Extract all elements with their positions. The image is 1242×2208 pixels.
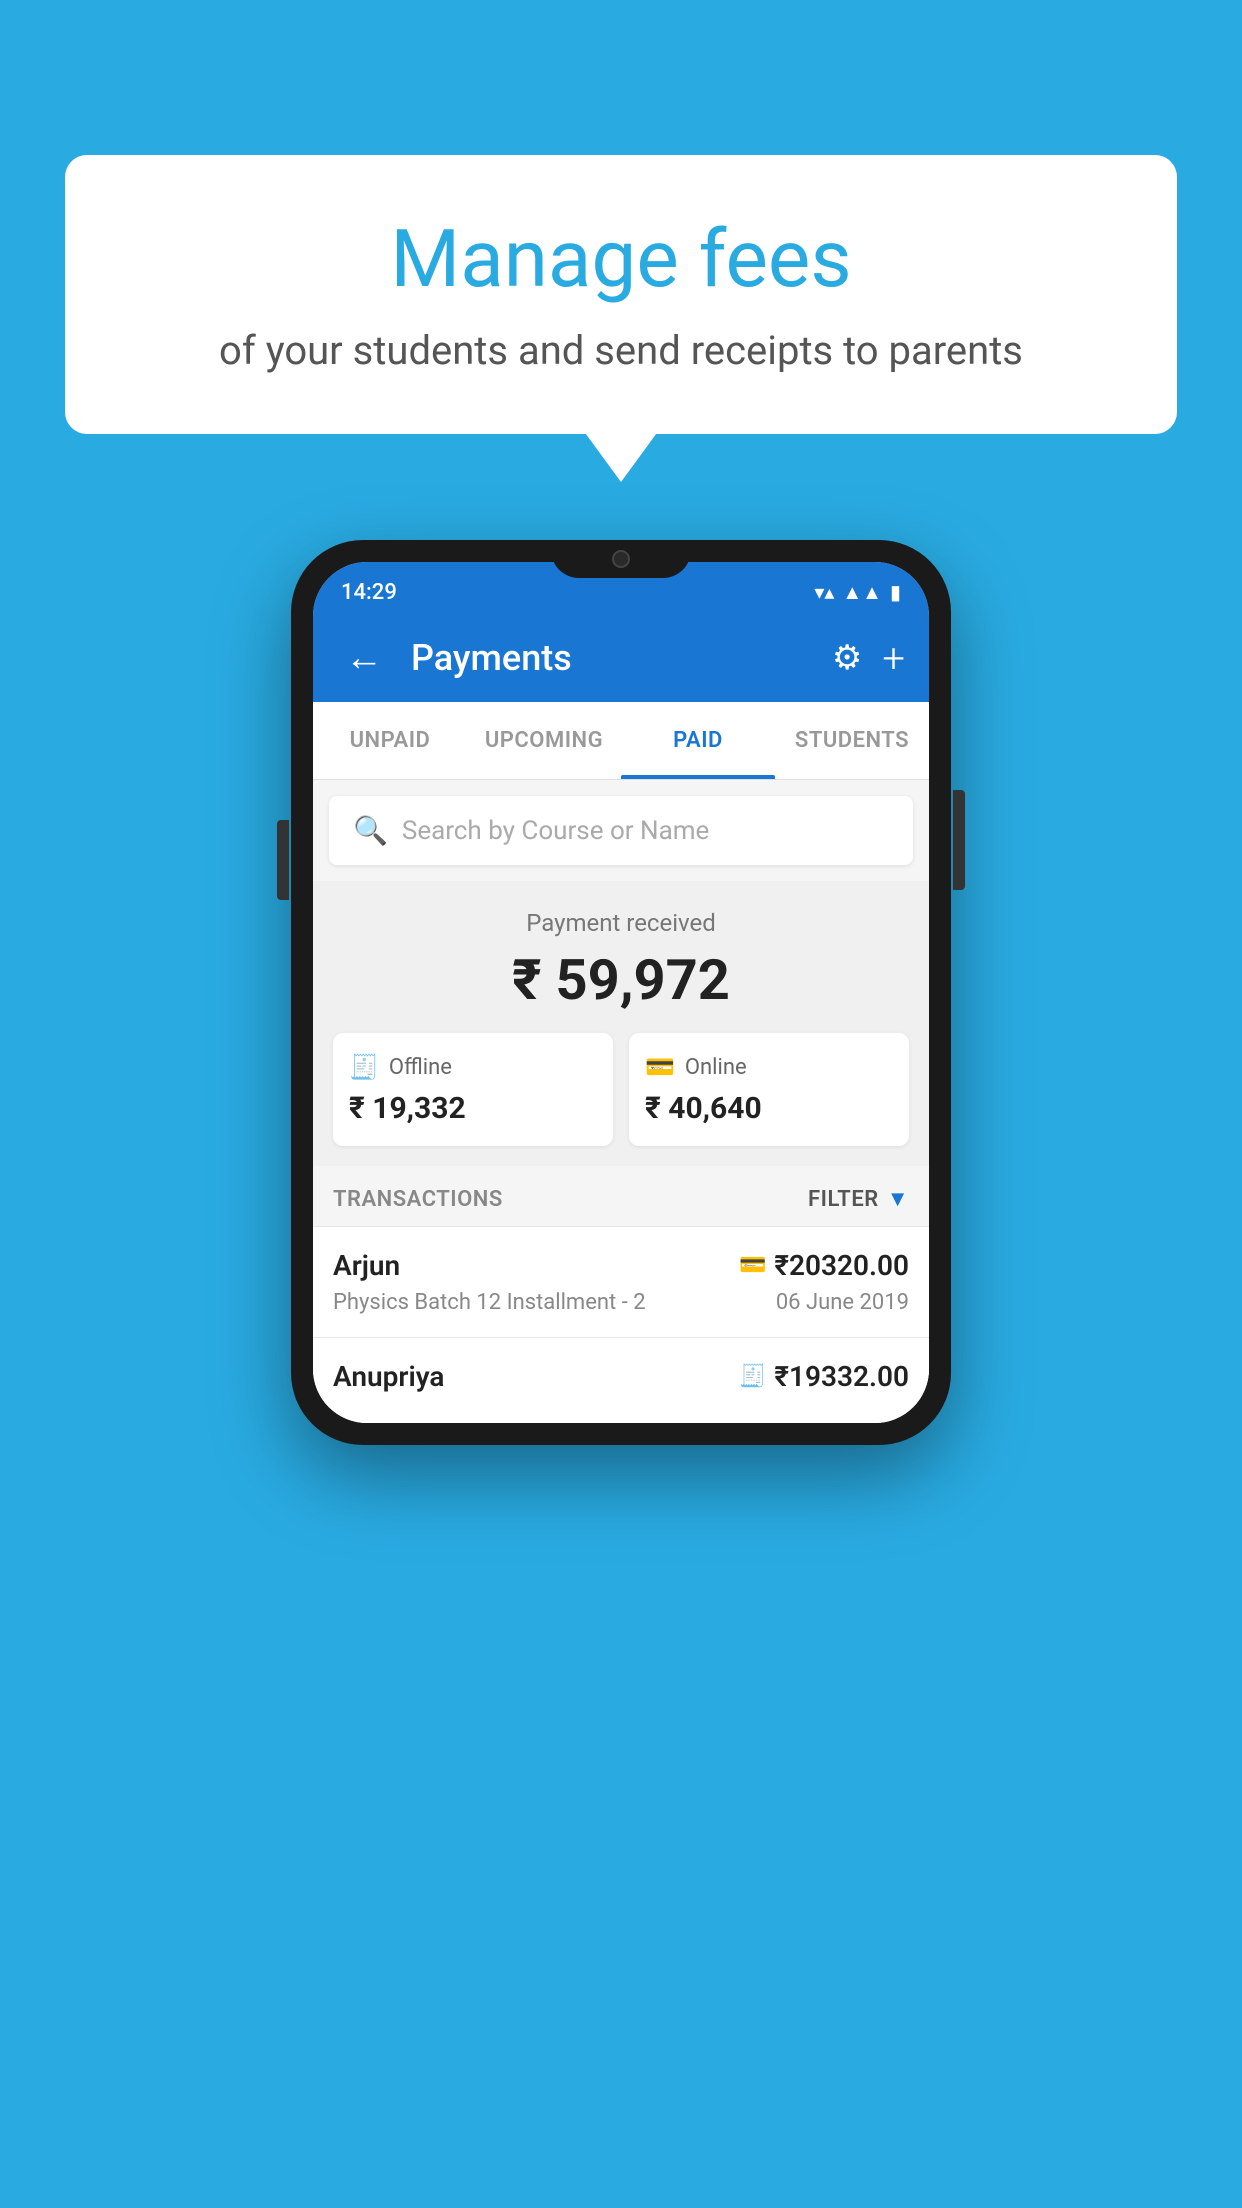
app-bar-actions: ⚙ + (832, 635, 905, 682)
tab-upcoming[interactable]: UPCOMING (467, 702, 621, 779)
search-bar[interactable]: 🔍 Search by Course or Name (329, 796, 913, 865)
transactions-header: TRANSACTIONS FILTER ▼ (313, 1166, 929, 1226)
tab-unpaid[interactable]: UNPAID (313, 702, 467, 779)
transaction-item-arjun[interactable]: Arjun 💳 ₹20320.00 Physics Batch 12 Insta… (313, 1226, 929, 1337)
payment-summary: Payment received ₹ 59,972 🧾 Offline ₹ 19… (313, 881, 929, 1166)
transaction-amount: ₹20320.00 (774, 1249, 909, 1282)
offline-card: 🧾 Offline ₹ 19,332 (333, 1033, 613, 1146)
transaction-row-top-2: Anupriya 🧾 ₹19332.00 (333, 1360, 909, 1393)
search-placeholder: Search by Course or Name (402, 816, 709, 846)
offline-card-header: 🧾 Offline (349, 1053, 597, 1081)
add-icon[interactable]: + (882, 635, 905, 682)
phone-outer: 14:29 ▾▴ ▲▲ ▮ ← Payments ⚙ + (291, 540, 951, 1445)
credit-card-icon: 💳 (739, 1253, 766, 1278)
online-card: 💳 Online ₹ 40,640 (629, 1033, 909, 1146)
battery-icon: ▮ (890, 580, 901, 604)
notch-camera (612, 550, 630, 568)
offline-amount: ₹ 19,332 (349, 1091, 597, 1126)
payment-cards: 🧾 Offline ₹ 19,332 💳 Online ₹ 40,640 (333, 1033, 909, 1146)
bubble-title: Manage fees (145, 215, 1097, 303)
phone-mockup: 14:29 ▾▴ ▲▲ ▮ ← Payments ⚙ + (291, 540, 951, 1445)
wifi-icon: ▾▴ (814, 580, 834, 604)
transaction-course: Physics Batch 12 Installment - 2 (333, 1290, 646, 1315)
transaction-details: Physics Batch 12 Installment - 2 06 June… (333, 1290, 909, 1315)
transaction-name: Arjun (333, 1249, 400, 1282)
offline-label: Offline (389, 1055, 452, 1080)
app-bar-title: Payments (411, 637, 812, 679)
settings-icon[interactable]: ⚙ (832, 638, 862, 678)
online-card-header: 💳 Online (645, 1053, 893, 1081)
offline-icon: 🧾 (349, 1053, 379, 1081)
online-label: Online (685, 1055, 747, 1080)
transaction-date: 06 June 2019 (776, 1290, 909, 1315)
filter-button[interactable]: FILTER ▼ (808, 1186, 909, 1212)
back-button[interactable]: ← (337, 628, 391, 688)
phone-screen: 14:29 ▾▴ ▲▲ ▮ ← Payments ⚙ + (313, 562, 929, 1423)
transaction-name-2: Anupriya (333, 1360, 444, 1393)
transactions-label: TRANSACTIONS (333, 1187, 503, 1212)
filter-label: FILTER (808, 1187, 879, 1212)
transaction-amount-wrap: 💳 ₹20320.00 (739, 1249, 909, 1282)
payment-total-amount: ₹ 59,972 (333, 947, 909, 1013)
transaction-amount-2: ₹19332.00 (774, 1360, 909, 1393)
phone-notch (551, 540, 691, 578)
transaction-row-top: Arjun 💳 ₹20320.00 (333, 1249, 909, 1282)
payment-label: Payment received (333, 909, 909, 937)
speech-bubble: Manage fees of your students and send re… (65, 155, 1177, 434)
signal-icon: ▲▲ (842, 580, 882, 605)
status-icons: ▾▴ ▲▲ ▮ (814, 580, 901, 605)
tab-paid[interactable]: PAID (621, 702, 775, 779)
online-amount: ₹ 40,640 (645, 1091, 893, 1126)
tabs-bar: UNPAID UPCOMING PAID STUDENTS (313, 702, 929, 780)
transaction-amount-wrap-2: 🧾 ₹19332.00 (739, 1360, 909, 1393)
search-icon: 🔍 (353, 814, 388, 847)
filter-icon: ▼ (887, 1186, 909, 1212)
bubble-subtitle: of your students and send receipts to pa… (145, 323, 1097, 379)
tab-students[interactable]: STUDENTS (775, 702, 929, 779)
status-time: 14:29 (341, 580, 397, 605)
content-area: 🔍 Search by Course or Name Payment recei… (313, 796, 929, 1423)
speech-bubble-container: Manage fees of your students and send re… (65, 155, 1177, 434)
transaction-item-anupriya[interactable]: Anupriya 🧾 ₹19332.00 (313, 1337, 929, 1423)
app-bar: ← Payments ⚙ + (313, 614, 929, 702)
online-icon: 💳 (645, 1053, 675, 1081)
cash-icon: 🧾 (739, 1364, 766, 1389)
